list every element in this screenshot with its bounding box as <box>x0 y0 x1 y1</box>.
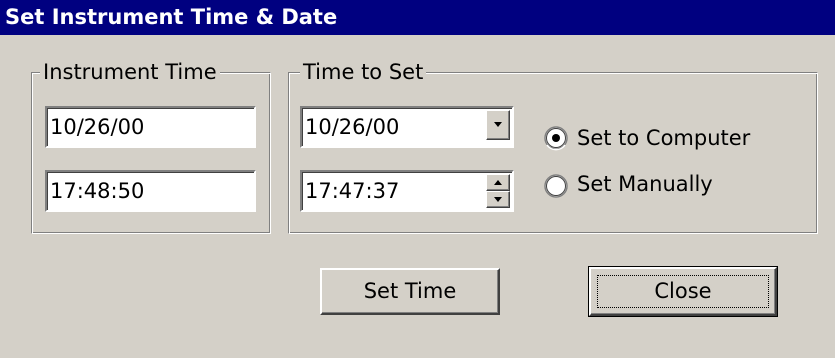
radio-set-to-computer-label: Set to Computer <box>577 126 751 150</box>
instrument-date-value: 10/26/00 <box>50 115 145 139</box>
radio-set-manually-label: Set Manually <box>577 172 713 196</box>
instrument-time-field: 17:48:50 <box>45 170 256 212</box>
focus-rectangle <box>597 275 769 308</box>
radio-set-to-computer[interactable]: Set to Computer <box>543 124 783 152</box>
title-bar[interactable]: Set Instrument Time & Date <box>0 0 835 35</box>
radio-selected-icon <box>544 126 568 151</box>
window-title: Set Instrument Time & Date <box>5 5 338 29</box>
chevron-down-icon <box>494 122 502 127</box>
arrow-up-icon <box>494 180 502 185</box>
set-time-dialog: Set Instrument Time & Date Instrument Ti… <box>0 0 835 358</box>
set-time-button[interactable]: Set Time <box>320 268 500 315</box>
time-spinner-value: 17:47:37 <box>305 179 400 203</box>
date-dropdown-value: 10/26/00 <box>305 115 400 139</box>
spinner-down-button[interactable] <box>486 191 510 208</box>
spinner-up-button[interactable] <box>486 174 510 191</box>
instrument-date-field: 10/26/00 <box>45 106 256 148</box>
date-dropdown[interactable]: 10/26/00 <box>300 106 514 148</box>
instrument-time-group-label: Instrument Time <box>40 60 220 84</box>
radio-set-manually[interactable]: Set Manually <box>543 172 783 200</box>
instrument-time-value: 17:48:50 <box>50 179 145 203</box>
date-dropdown-button[interactable] <box>486 110 510 140</box>
set-time-button-label: Set Time <box>363 279 457 303</box>
time-spinner[interactable]: 17:47:37 <box>300 170 514 212</box>
close-button[interactable]: Close <box>588 266 778 317</box>
time-to-set-group-label: Time to Set <box>300 60 427 84</box>
radio-unselected-icon <box>544 174 568 198</box>
arrow-down-icon <box>494 197 502 202</box>
